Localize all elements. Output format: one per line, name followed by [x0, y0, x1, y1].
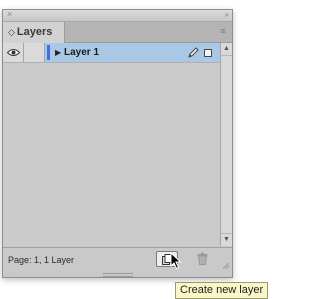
- mouse-cursor-icon: [170, 252, 182, 270]
- scroll-up-arrow-icon[interactable]: ▲: [221, 43, 232, 56]
- trash-icon[interactable]: [197, 252, 208, 265]
- scroll-down-arrow-icon[interactable]: ▼: [221, 233, 232, 246]
- panel-footer: Page: 1, 1 Layer: [3, 247, 232, 272]
- page-layer-status: Page: 1, 1 Layer: [8, 255, 75, 265]
- collapse-panel-icon[interactable]: »: [225, 9, 230, 20]
- layers-list: ▶ Layer 1: [3, 43, 220, 246]
- tab-arrows-icon: ◇: [8, 27, 15, 37]
- pen-icon: [188, 47, 199, 58]
- layer-color-swatch: [47, 45, 50, 60]
- resize-grip-icon[interactable]: [222, 262, 230, 270]
- tooltip-text: Create new layer: [180, 284, 264, 296]
- panel-titlebar[interactable]: × »: [3, 9, 232, 22]
- scrollbar[interactable]: ▲ ▼: [220, 43, 232, 246]
- lock-toggle[interactable]: [24, 43, 45, 62]
- layers-panel: × » ◇ Layers ≡ ▶ Layer 1 ▲ ▼ Page: 1, 1 …: [2, 9, 233, 278]
- visibility-toggle[interactable]: [3, 43, 24, 62]
- layer-name[interactable]: Layer 1: [64, 46, 99, 59]
- screen: × » ◇ Layers ≡ ▶ Layer 1 ▲ ▼ Page: 1, 1 …: [0, 0, 278, 299]
- panel-menu-icon[interactable]: ≡: [218, 26, 228, 36]
- tab-layers-label: Layers: [16, 26, 53, 38]
- layer-row[interactable]: ▶ Layer 1: [3, 43, 220, 63]
- panel-tab-row: ◇ Layers ≡: [3, 22, 232, 43]
- disclosure-triangle-icon[interactable]: ▶: [55, 46, 61, 59]
- close-panel-icon[interactable]: ×: [7, 9, 12, 20]
- panel-drag-handle[interactable]: [103, 273, 133, 277]
- layer-target-square[interactable]: [204, 49, 212, 57]
- eye-icon: [7, 49, 20, 56]
- tab-layers[interactable]: ◇ Layers: [3, 22, 65, 43]
- tooltip: Create new layer: [175, 282, 269, 299]
